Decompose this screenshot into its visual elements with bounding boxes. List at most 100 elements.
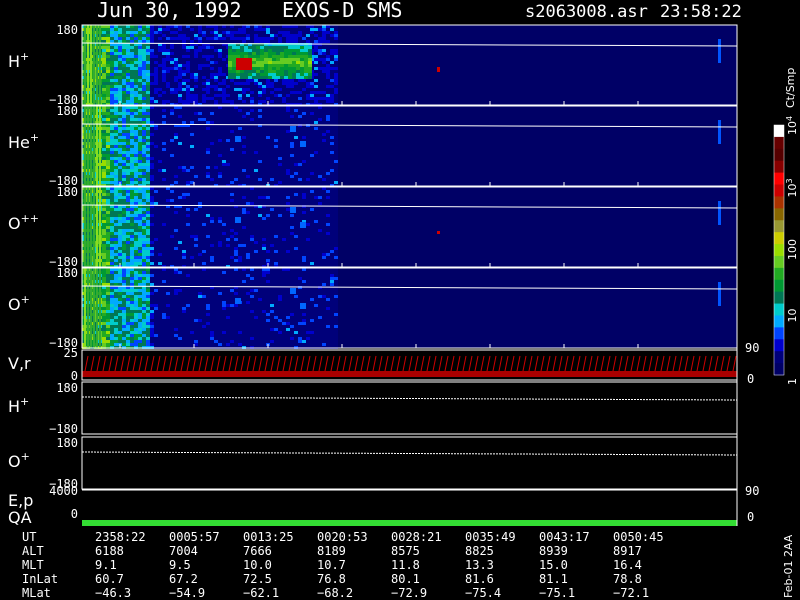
pitch-frame <box>81 381 738 435</box>
ephem-cell: −46.3 <box>95 586 131 600</box>
ephem-cell: −68.2 <box>317 586 353 600</box>
colorbar-segment <box>774 196 784 209</box>
panel-h-plus-pitch: H+ 180 −180 <box>8 381 738 436</box>
plot-date: Jun 30, 1992 <box>97 0 242 22</box>
colorbar-tick-label: 104 <box>785 116 799 135</box>
colorbar-unit: Ct/Smp <box>784 68 797 108</box>
panel-label: He+ <box>8 131 39 152</box>
colorbar-tick-label: 100 <box>786 239 799 260</box>
colorbar-segment <box>774 303 784 316</box>
pitch-label: O+ <box>8 450 30 471</box>
colorbar-segment <box>774 148 784 162</box>
qa-label: QA <box>8 508 32 527</box>
exos-d-sms-plot: Jun 30, 1992 EXOS-D SMS s2063008.asr 23:… <box>8 0 799 600</box>
colorbar-segment <box>774 244 784 257</box>
ephem-row-label: MLT <box>22 558 44 572</box>
ephem-cell: −75.1 <box>539 586 575 600</box>
panel-ytick-top: 180 <box>56 23 78 37</box>
panel-o-plus-pitch: O+180−180 <box>8 436 738 491</box>
colorbar-segment <box>774 232 784 245</box>
colorbar-tick-label: 103 <box>785 178 799 197</box>
ephem-cell: 8917 <box>613 544 642 558</box>
colorbar-segment <box>774 279 784 293</box>
qa-right-tick: 0 <box>747 510 754 524</box>
ephem-cell: 11.8 <box>391 558 420 572</box>
qa-bar <box>82 520 737 526</box>
ephem-cell: 81.1 <box>539 572 568 586</box>
vr-label: V,r <box>8 354 31 373</box>
colorbar-segment <box>774 351 784 364</box>
colorbar-segment <box>774 315 784 328</box>
qa-panel: QA 0 0 <box>8 507 754 527</box>
ephem-cell: −75.4 <box>465 586 501 600</box>
ephem-row-label: ALT <box>22 544 44 558</box>
ephem-cell: −62.1 <box>243 586 279 600</box>
ephem-cell: 9.5 <box>169 558 191 572</box>
footer-generated: Feb-01 2AA <box>782 534 795 598</box>
ephem-cell: 60.7 <box>95 572 124 586</box>
colorbar-segment <box>774 184 784 197</box>
colorbar-tick-label: 10 <box>786 309 799 323</box>
vr-right-tick-bottom: 0 <box>747 372 754 386</box>
colorbar-segment <box>774 220 784 233</box>
colorbar-tick-label: 1 <box>786 378 799 385</box>
colorbar-segment <box>774 255 784 269</box>
colorbar: 104 103 100 10 1 Ct/Smp <box>773 68 799 385</box>
ephem-cell: 0035:49 <box>465 530 516 544</box>
ephem-cell: 0013:25 <box>243 530 294 544</box>
ephem-cell: 72.5 <box>243 572 272 586</box>
plot-instrument: EXOS-D SMS <box>282 0 402 22</box>
ephem-cell: 13.3 <box>465 558 494 572</box>
ephem-cell: 10.7 <box>317 558 346 572</box>
colorbar-segment <box>774 267 784 281</box>
ephem-cell: 0020:53 <box>317 530 368 544</box>
panel-o-plus: O+180−180 <box>8 266 738 350</box>
panel-ytick-top: 180 <box>56 104 78 118</box>
panel-h-plus: H+180−180 <box>8 23 738 107</box>
pitch-ytick-top: 180 <box>56 381 78 395</box>
panel-label: O+ <box>8 293 30 314</box>
colorbar-segment <box>774 172 784 186</box>
pitch-frame <box>81 436 738 490</box>
ephem-cell: 8939 <box>539 544 568 558</box>
pitch-label: H+ <box>8 395 29 416</box>
panel-o-plus-plus: O++180−180 <box>8 185 738 269</box>
ephem-cell: 0028:21 <box>391 530 442 544</box>
ephem-row-label: UT <box>22 530 36 544</box>
ephem-cell: 0043:17 <box>539 530 590 544</box>
pitch-ytick-top: 180 <box>56 436 78 450</box>
ep-ytick: 4000 <box>49 484 78 498</box>
plot-file: s2063008.asr <box>525 2 648 22</box>
ep-right-tick: 90 <box>745 484 759 498</box>
colorbar-segment <box>774 208 784 221</box>
ephemeris-table: UT 2358:22 0005:57 0013:25 0020:53 0028:21 003… <box>22 530 664 600</box>
ephem-cell: 15.0 <box>539 558 568 572</box>
ephem-cell: 10.0 <box>243 558 272 572</box>
panel-ytick-top: 180 <box>56 266 78 280</box>
vr-right-tick-top: 90 <box>745 341 759 355</box>
ephem-cell: 0005:57 <box>169 530 220 544</box>
panel-ytick-top: 180 <box>56 185 78 199</box>
ephem-cell: 8189 <box>317 544 346 558</box>
colorbar-segment <box>774 136 784 150</box>
ephem-cell: 7004 <box>169 544 198 558</box>
ephem-cell: 16.4 <box>613 558 642 572</box>
colorbar-segment <box>774 125 784 138</box>
ephem-cell: 80.1 <box>391 572 420 586</box>
colorbar-segment <box>774 363 784 376</box>
ephem-cell: 76.8 <box>317 572 346 586</box>
heatmap-panels: H+180−180He+180−180O++180−180O+180−180 <box>8 23 738 350</box>
ephem-row-label: MLat <box>22 586 51 600</box>
ephem-row-label: InLat <box>22 572 58 586</box>
colorbar-segment <box>774 327 784 340</box>
ephem-cell: 7666 <box>243 544 272 558</box>
plot-time: 23:58:22 <box>660 2 742 22</box>
ephem-cell: 6188 <box>95 544 124 558</box>
ephem-cell: 2358:22 <box>95 530 146 544</box>
ephem-cell: −54.9 <box>169 586 205 600</box>
panel-he-plus: He+180−180 <box>8 104 738 188</box>
pitch-ytick-bottom: −180 <box>49 422 78 436</box>
ephem-cell: 9.1 <box>95 558 117 572</box>
ephem-cell: 78.8 <box>613 572 642 586</box>
ephem-cell: 8825 <box>465 544 494 558</box>
